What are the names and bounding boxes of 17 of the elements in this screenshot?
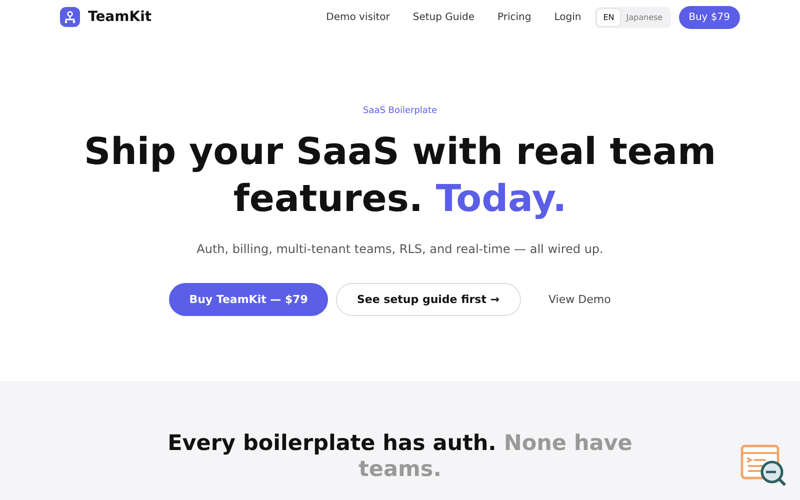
section-heading: Every boilerplate has auth. None have teams.	[166, 431, 634, 484]
nav-link[interactable]: Pricing	[498, 12, 532, 22]
language-option[interactable]: EN	[597, 8, 620, 26]
demo-link[interactable]: View Demo	[528, 283, 631, 316]
nav-link[interactable]: Demo visitor	[326, 12, 390, 22]
logo-icon	[60, 7, 80, 27]
eyebrow-label: SaaS Boilerplate	[362, 106, 438, 116]
nav-link[interactable]: Setup Guide	[412, 12, 475, 22]
nav-link[interactable]: Login	[554, 12, 582, 22]
setup-guide-button[interactable]: See setup guide first →	[336, 283, 521, 316]
buy-button[interactable]: Buy TeamKit — $79	[169, 283, 328, 316]
document-search-icon[interactable]	[740, 444, 788, 488]
hero-subtitle: Auth, billing, multi-tenant teams, RLS, and real-time — all wired up.	[196, 242, 604, 256]
buy-button[interactable]: Buy $79	[678, 6, 740, 28]
brand-name[interactable]: TeamKit	[88, 9, 152, 25]
language-option[interactable]: Japanese	[620, 8, 669, 26]
hero-headline: Ship your SaaS with real team features. Today.	[82, 129, 718, 222]
